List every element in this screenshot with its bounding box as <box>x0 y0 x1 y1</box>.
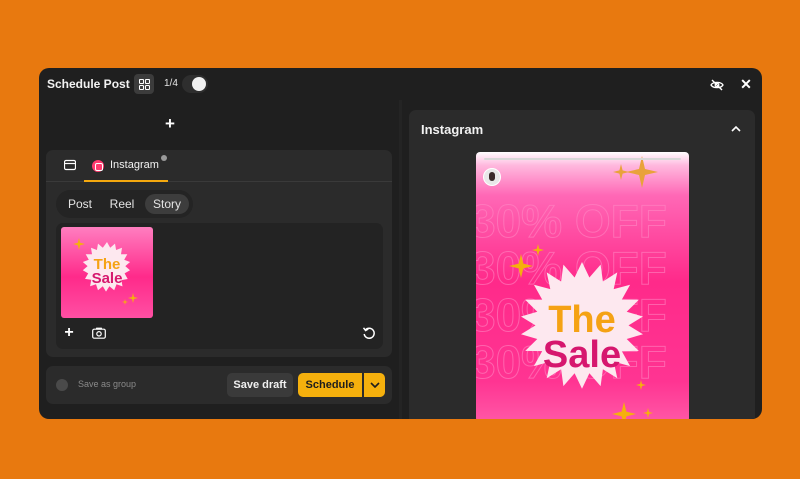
preview-panel: Instagram 30% OFF 30% OFF 30% 30% The Sa… <box>409 110 755 419</box>
film-icon[interactable] <box>64 159 76 171</box>
eye-off-icon[interactable] <box>709 77 725 93</box>
save-as-group-checkbox[interactable] <box>56 379 68 391</box>
editor-footer: Save as group Save draft Schedule <box>46 366 392 404</box>
grid-view-button[interactable] <box>134 74 154 94</box>
grid-icon <box>138 78 150 90</box>
post-type-story[interactable]: Story <box>145 194 189 214</box>
chevron-up-icon[interactable] <box>729 122 743 136</box>
save-draft-button[interactable]: Save draft <box>227 373 293 397</box>
story-preview: 30% OFF 30% OFF 30% OFF 30% OFF The Sale <box>476 152 689 419</box>
media-thumbnail[interactable]: The Sale <box>61 227 153 318</box>
close-icon[interactable]: ✕ <box>739 76 753 92</box>
preview-title: Instagram <box>421 122 484 137</box>
chevron-down-icon <box>369 382 380 388</box>
schedule-button[interactable]: Schedule <box>298 373 362 397</box>
thumbnail-image: The Sale <box>61 227 153 318</box>
tab-instagram-label: Instagram <box>110 159 159 171</box>
post-type-post[interactable]: Post <box>60 194 100 214</box>
window-title: Schedule Post <box>47 77 130 91</box>
story-text-sale: Sale <box>543 334 621 376</box>
add-post-button[interactable]: + <box>161 115 179 133</box>
post-type-selector: Post Reel Story <box>56 190 193 218</box>
svg-text:30% OFF: 30% OFF <box>476 195 667 247</box>
network-tabs: Instagram <box>46 150 392 182</box>
camera-icon[interactable] <box>92 327 106 339</box>
preview-toggle[interactable] <box>182 75 208 93</box>
media-area: The Sale + <box>56 223 383 349</box>
page-indicator: 1/4 <box>164 78 178 89</box>
story-progress-bar <box>484 158 681 160</box>
status-dot <box>161 155 167 161</box>
save-as-group-label: Save as group <box>78 379 137 389</box>
toggle-knob <box>192 77 206 91</box>
instagram-icon <box>92 160 104 172</box>
thumbnail-text-sale: Sale <box>92 270 123 287</box>
window-topbar: Schedule Post 1/4 ✕ <box>39 68 762 100</box>
post-type-reel[interactable]: Reel <box>101 194 143 214</box>
schedule-dropdown-button[interactable] <box>364 373 385 397</box>
story-image: 30% OFF 30% OFF 30% OFF 30% OFF The Sale <box>476 152 689 419</box>
post-editor: Instagram Post Reel Story The Sale + <box>46 150 392 357</box>
schedule-post-window: Schedule Post 1/4 ✕ + Instagram Post Ree… <box>39 68 762 419</box>
tab-instagram[interactable]: Instagram <box>84 150 168 182</box>
avatar <box>483 168 501 186</box>
panel-divider[interactable] <box>399 100 402 419</box>
undo-icon[interactable] <box>362 326 376 340</box>
add-media-button[interactable]: + <box>62 325 76 341</box>
